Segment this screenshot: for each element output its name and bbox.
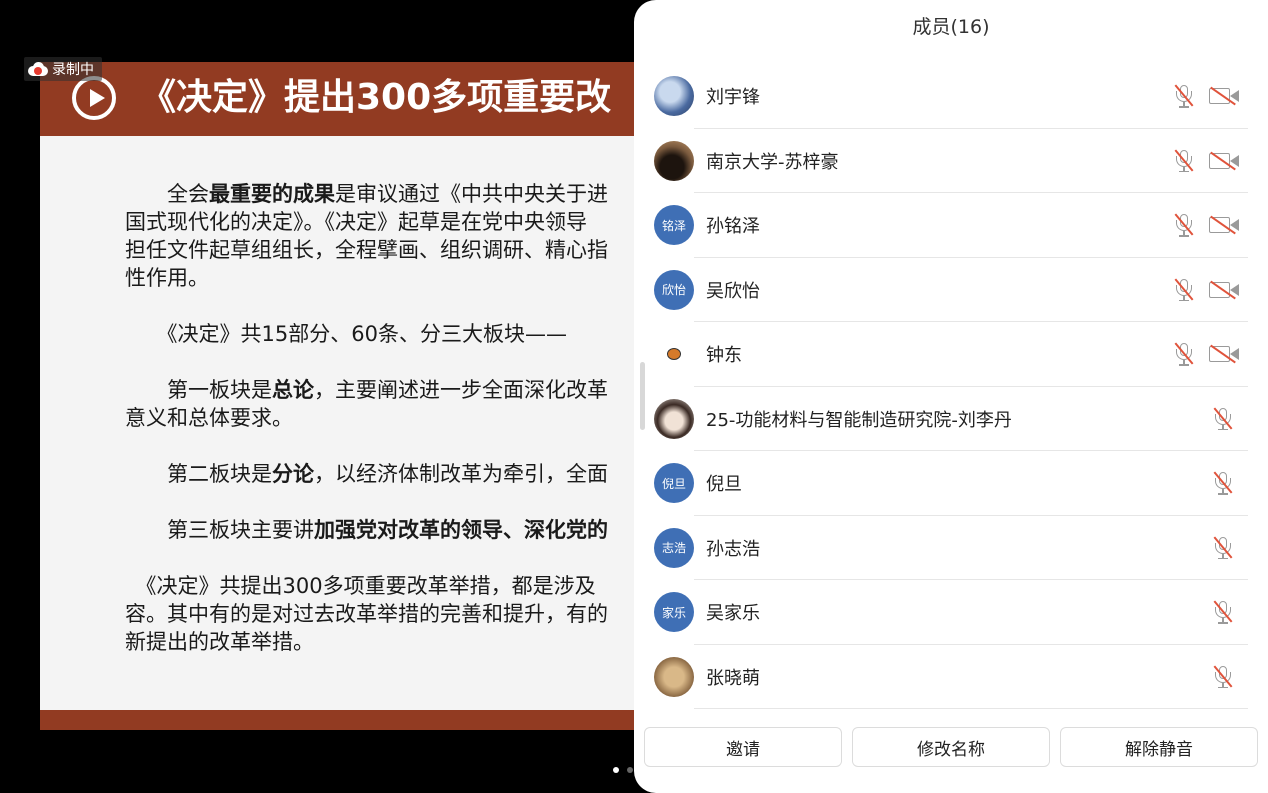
slide-bold-text: 最重要的成果 bbox=[209, 182, 335, 206]
members-panel: 成员(16) 刘宇锋 南京大学-苏梓豪 铭泽 孙铭泽 欣怡 吴欣怡 钟东 25-功能材料与智能… bbox=[634, 0, 1268, 793]
page-dot-active[interactable] bbox=[613, 767, 619, 773]
avatar bbox=[654, 76, 694, 117]
member-list: 刘宇锋 南京大学-苏梓豪 铭泽 孙铭泽 欣怡 吴欣怡 钟东 25-功能材料与智能制造研究院-刘… bbox=[634, 64, 1268, 709]
avatar: 倪旦 bbox=[654, 463, 694, 504]
mic-muted-icon[interactable] bbox=[1213, 406, 1233, 432]
member-row[interactable]: 家乐 吴家乐 bbox=[634, 580, 1268, 645]
recording-badge[interactable]: 录制中 bbox=[24, 57, 102, 81]
member-name: 倪旦 bbox=[706, 474, 742, 496]
mic-muted-icon[interactable] bbox=[1174, 148, 1194, 174]
slide-bold-text: 总论 bbox=[272, 378, 314, 402]
member-name: 孙铭泽 bbox=[706, 216, 760, 238]
slide-text: 意义和总体要求。 bbox=[125, 406, 293, 430]
rename-button[interactable]: 修改名称 bbox=[852, 727, 1050, 767]
invite-button[interactable]: 邀请 bbox=[644, 727, 842, 767]
mic-muted-icon[interactable] bbox=[1174, 341, 1194, 367]
mic-muted-icon[interactable] bbox=[1213, 470, 1233, 496]
slide-text: ，主要阐述进一步全面深化改革 bbox=[314, 378, 608, 402]
cloud-record-icon bbox=[28, 62, 48, 76]
camera-off-icon[interactable] bbox=[1209, 343, 1239, 365]
page-dot[interactable] bbox=[627, 767, 633, 773]
camera-off-icon[interactable] bbox=[1209, 214, 1239, 236]
slide-text: 担任文件起草组组长，全程擘画、组织调研、精心指 bbox=[125, 238, 608, 262]
slide-title: 《决定》提出300多项重要改 bbox=[140, 77, 612, 118]
unmute-button[interactable]: 解除静音 bbox=[1060, 727, 1258, 767]
mic-muted-icon[interactable] bbox=[1213, 664, 1233, 690]
slide-text: 第二板块是 bbox=[125, 462, 272, 486]
mic-muted-icon[interactable] bbox=[1213, 535, 1233, 561]
member-name: 张晓萌 bbox=[706, 667, 760, 689]
slide-text: 容。其中有的是对过去改革举措的完善和提升，有的 bbox=[125, 602, 608, 626]
member-row[interactable]: 南京大学-苏梓豪 bbox=[634, 129, 1268, 194]
slide-bold-text: 分论 bbox=[272, 462, 314, 486]
mic-muted-icon[interactable] bbox=[1174, 83, 1194, 109]
slide-text: 是审议通过《中共中央关于进 bbox=[335, 182, 608, 206]
camera-off-icon[interactable] bbox=[1209, 85, 1239, 107]
slide-text: 《决定》共提出300多项重要改革举措，都是涉及 bbox=[125, 574, 596, 598]
avatar bbox=[654, 656, 694, 697]
member-name: 吴欣怡 bbox=[706, 280, 760, 302]
slide-text: ，以经济体制改革为牵引，全面 bbox=[314, 462, 608, 486]
member-name: 刘宇锋 bbox=[706, 87, 760, 109]
avatar: 铭泽 bbox=[654, 205, 694, 246]
avatar: 家乐 bbox=[654, 592, 694, 633]
recording-label: 录制中 bbox=[52, 62, 94, 78]
camera-off-icon[interactable] bbox=[1209, 279, 1239, 301]
member-row[interactable]: 钟东 bbox=[634, 322, 1268, 387]
avatar bbox=[654, 140, 694, 181]
member-row[interactable]: 刘宇锋 bbox=[634, 64, 1268, 129]
slide-bold-text: 加强党对改革的领导、深化党的 bbox=[314, 518, 608, 542]
member-name: 钟东 bbox=[706, 345, 742, 367]
avatar bbox=[654, 334, 694, 375]
member-row[interactable]: 倪旦 倪旦 bbox=[634, 451, 1268, 516]
slide-text: 新提出的改革举措。 bbox=[125, 630, 314, 654]
avatar: 欣怡 bbox=[654, 269, 694, 310]
member-row[interactable]: 志浩 孙志浩 bbox=[634, 516, 1268, 581]
member-name: 吴家乐 bbox=[706, 603, 760, 625]
slide-text: 第一板块是 bbox=[125, 378, 272, 402]
mic-muted-icon[interactable] bbox=[1213, 599, 1233, 625]
member-row[interactable]: 欣怡 吴欣怡 bbox=[634, 258, 1268, 323]
play-icon bbox=[72, 76, 116, 120]
slide-text: 国式现代化的决定》。《决定》起草是在党中央领导 bbox=[125, 210, 587, 234]
member-name: 25-功能材料与智能制造研究院-刘李丹 bbox=[706, 409, 1012, 431]
slide-text: 第三板块主要讲 bbox=[125, 518, 314, 542]
avatar bbox=[654, 398, 694, 439]
avatar: 志浩 bbox=[654, 527, 694, 568]
panel-title: 成员(16) bbox=[912, 16, 990, 38]
member-row[interactable]: 铭泽 孙铭泽 bbox=[634, 193, 1268, 258]
member-row[interactable]: 张晓萌 bbox=[634, 645, 1268, 710]
member-name: 南京大学-苏梓豪 bbox=[706, 151, 839, 173]
slide-text: 性作用。 bbox=[125, 266, 209, 290]
camera-off-icon[interactable] bbox=[1209, 150, 1239, 172]
mic-muted-icon[interactable] bbox=[1174, 277, 1194, 303]
slide-text: 全会 bbox=[125, 182, 209, 206]
mic-muted-icon[interactable] bbox=[1174, 212, 1194, 238]
member-name: 孙志浩 bbox=[706, 538, 760, 560]
member-row[interactable]: 25-功能材料与智能制造研究院-刘李丹 bbox=[634, 387, 1268, 452]
slide-text: 《决定》共15部分、60条、分三大板块—— bbox=[125, 322, 567, 346]
